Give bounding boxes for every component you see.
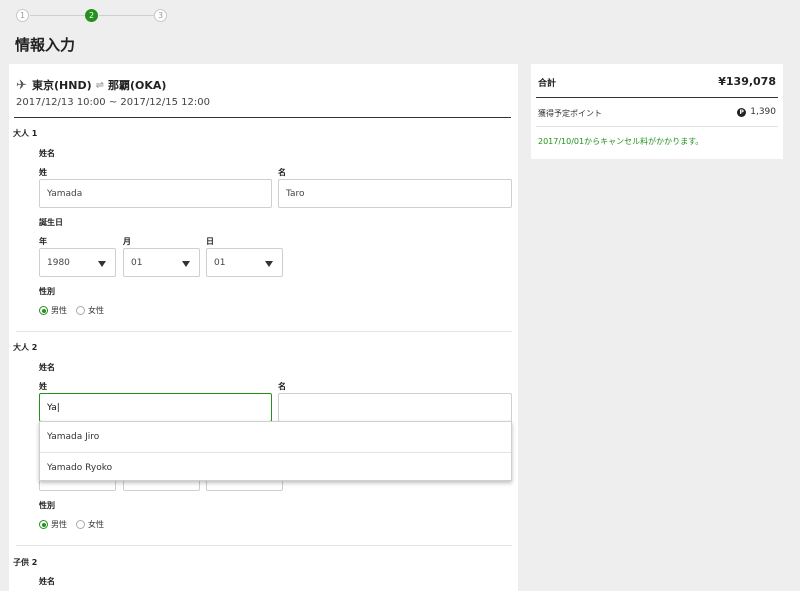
divider: [14, 117, 511, 118]
step-3: 3: [154, 9, 167, 22]
arrival-airport: 那覇(OKA): [108, 79, 167, 92]
month-label: 月: [123, 237, 131, 246]
adult-1-gender-group: 男性 女性: [39, 305, 104, 316]
airplane-icon: ✈: [16, 77, 27, 93]
adult-2-first-name-input[interactable]: [278, 393, 512, 422]
suggestion-item[interactable]: Yamado Ryoko: [40, 452, 511, 482]
female-label[interactable]: 女性: [88, 519, 104, 530]
year-label: 年: [39, 237, 47, 246]
suggestion-item[interactable]: Yamada Jiro: [40, 422, 511, 452]
caret-down-icon: [265, 261, 273, 267]
adult-1-year-select[interactable]: 1980: [39, 248, 116, 277]
gender-label: 性別: [39, 501, 55, 510]
price-summary-card: 合計 ¥139,078 獲得予定ポイント P 1,390 2017/10/01か…: [531, 64, 783, 159]
last-name-label: 姓: [39, 168, 47, 177]
gender-label: 性別: [39, 287, 55, 296]
adult-2-last-name-input[interactable]: Ya|: [39, 393, 272, 422]
passenger-form-card: ✈ 東京(HND) ⇌ 那覇(OKA) 2017/12/13 10:00 ~ 2…: [9, 64, 518, 591]
step-connector: [30, 15, 85, 16]
step-2-active: 2: [85, 9, 98, 22]
total-label: 合計: [538, 79, 557, 89]
step-1: 1: [16, 9, 29, 22]
name-label: 姓名: [39, 149, 55, 158]
adult-1-day-select[interactable]: 01: [206, 248, 283, 277]
female-radio[interactable]: [76, 306, 85, 315]
caret-down-icon: [182, 261, 190, 267]
caret-down-icon: [98, 261, 106, 267]
adult-2-gender-group: 男性 女性: [39, 519, 104, 530]
divider: [536, 126, 778, 127]
adult-2-heading: 大人 2: [13, 343, 38, 352]
points-value: P 1,390: [737, 107, 776, 117]
female-label[interactable]: 女性: [88, 305, 104, 316]
child-2-heading: 子供 2: [13, 558, 38, 567]
male-label[interactable]: 男性: [51, 305, 67, 316]
adult-1-first-name-input[interactable]: Taro: [278, 179, 512, 208]
points-label: 獲得予定ポイント: [538, 109, 602, 118]
points-amount: 1,390: [750, 107, 776, 117]
male-label[interactable]: 男性: [51, 519, 67, 530]
section-divider: [16, 545, 512, 546]
step-connector: [99, 15, 154, 16]
day-label: 日: [206, 237, 214, 246]
page-title: 情報入力: [15, 36, 76, 54]
month-value: 01: [131, 258, 143, 268]
year-value: 1980: [47, 258, 70, 268]
male-radio[interactable]: [39, 306, 48, 315]
birthday-label: 誕生日: [39, 218, 63, 227]
divider: [536, 97, 778, 98]
first-name-label: 名: [278, 168, 286, 177]
departure-airport: 東京(HND): [32, 79, 92, 92]
adult-1-heading: 大人 1: [13, 129, 38, 138]
female-radio[interactable]: [76, 520, 85, 529]
flight-dates: 2017/12/13 10:00 ~ 2017/12/15 12:00: [16, 97, 211, 108]
name-label: 姓名: [39, 363, 55, 372]
adult-1-last-name-input[interactable]: Yamada: [39, 179, 272, 208]
day-value: 01: [214, 258, 226, 268]
total-price: ¥139,078: [718, 75, 776, 88]
name-label: 姓名: [39, 577, 55, 586]
name-suggestion-dropdown: Yamada Jiro Yamado Ryoko: [39, 421, 512, 481]
flight-route: ✈ 東京(HND) ⇌ 那覇(OKA): [16, 77, 166, 93]
section-divider: [16, 331, 512, 332]
cancellation-notice: 2017/10/01からキャンセル料がかかります。: [538, 137, 704, 146]
route-arrow-icon: ⇌: [95, 79, 104, 91]
points-icon: P: [737, 107, 747, 117]
adult-1-month-select[interactable]: 01: [123, 248, 200, 277]
male-radio[interactable]: [39, 520, 48, 529]
first-name-label: 名: [278, 382, 286, 391]
progress-stepper: 1 2 3: [16, 9, 176, 23]
last-name-label: 姓: [39, 382, 47, 391]
